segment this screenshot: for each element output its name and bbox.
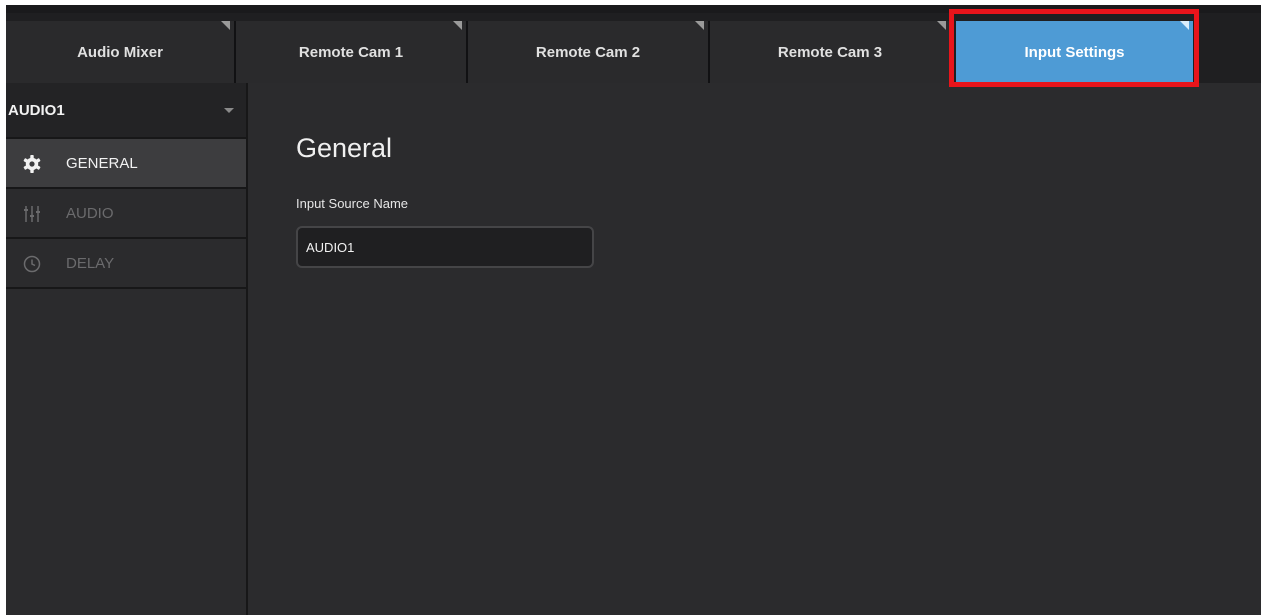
tab-corner-icon bbox=[937, 21, 946, 30]
tab-label: Input Settings bbox=[1024, 43, 1125, 61]
clock-icon bbox=[22, 254, 42, 274]
app-window: Audio Mixer Remote Cam 1 Remote Cam 2 Re… bbox=[6, 5, 1261, 615]
tab-input-settings[interactable]: Input Settings bbox=[956, 21, 1193, 83]
chevron-down-icon bbox=[224, 108, 234, 113]
tab-bar: Audio Mixer Remote Cam 1 Remote Cam 2 Re… bbox=[6, 5, 1261, 83]
main-content: General Input Source Name bbox=[248, 83, 1261, 615]
sidebar-item-label: AUDIO bbox=[66, 205, 114, 222]
tab-label: Remote Cam 3 bbox=[777, 43, 883, 61]
input-source-dropdown-value: AUDIO1 bbox=[8, 101, 65, 119]
tab-corner-icon bbox=[453, 21, 462, 30]
tab-label: Remote Cam 2 bbox=[535, 43, 641, 61]
sidebar-item-label: GENERAL bbox=[66, 155, 138, 172]
tab-corner-icon bbox=[1180, 21, 1189, 30]
sidebar-item-delay[interactable]: DELAY bbox=[6, 239, 246, 289]
sidebar: AUDIO1 GENERAL AUDIO DELAY bbox=[6, 83, 248, 615]
mixer-sliders-icon bbox=[22, 204, 42, 224]
tab-audio-mixer[interactable]: Audio Mixer bbox=[6, 21, 234, 83]
gear-icon bbox=[22, 154, 42, 174]
page-title: General bbox=[296, 133, 393, 163]
tab-remote-cam-2[interactable]: Remote Cam 2 bbox=[468, 21, 708, 83]
sidebar-item-general[interactable]: GENERAL bbox=[6, 139, 246, 189]
input-source-name-field[interactable] bbox=[296, 226, 594, 268]
tab-corner-icon bbox=[695, 21, 704, 30]
tab-remote-cam-1[interactable]: Remote Cam 1 bbox=[236, 21, 466, 83]
tab-corner-icon bbox=[221, 21, 230, 30]
sidebar-item-label: DELAY bbox=[66, 255, 115, 272]
input-source-name-label: Input Source Name bbox=[296, 196, 409, 211]
input-source-dropdown[interactable]: AUDIO1 bbox=[6, 83, 246, 139]
tab-label: Audio Mixer bbox=[77, 43, 163, 61]
tab-remote-cam-3[interactable]: Remote Cam 3 bbox=[710, 21, 950, 83]
tab-label: Remote Cam 1 bbox=[298, 43, 404, 61]
sidebar-item-audio[interactable]: AUDIO bbox=[6, 189, 246, 239]
